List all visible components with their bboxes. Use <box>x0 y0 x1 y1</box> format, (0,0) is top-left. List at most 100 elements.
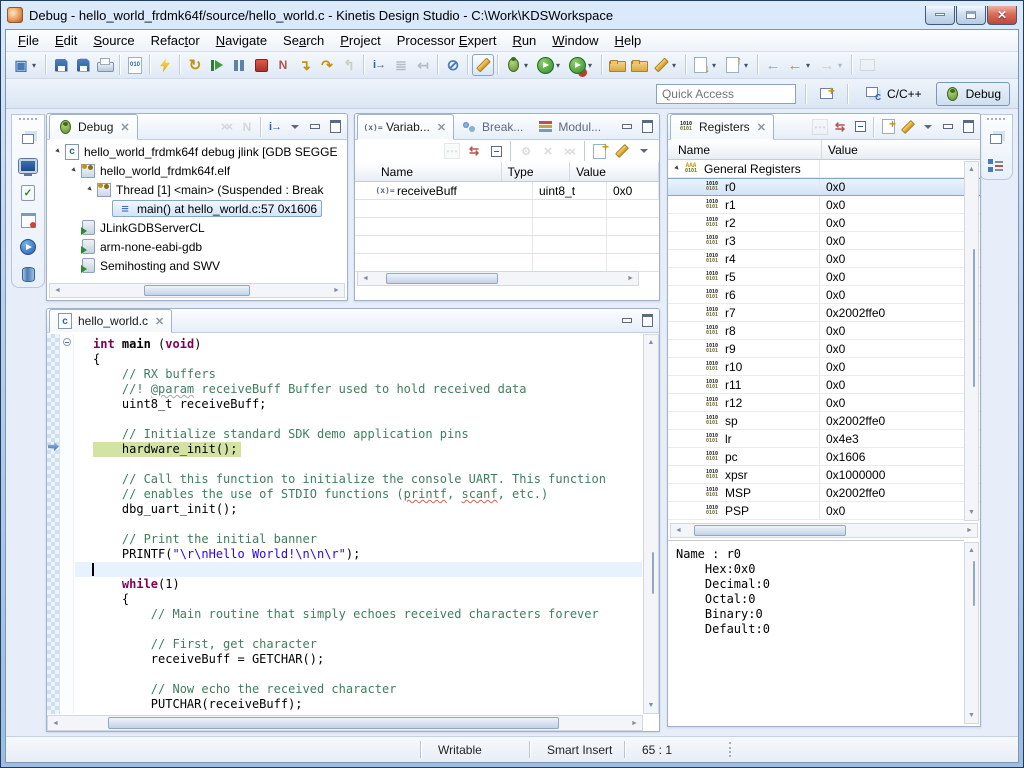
mark-occurrences-dropdown-icon[interactable]: ▾ <box>672 61 680 70</box>
run-external-icon[interactable] <box>566 54 588 76</box>
run-launch-icon[interactable] <box>534 54 556 76</box>
new-wizard-icon[interactable] <box>10 54 32 76</box>
console-view-icon[interactable] <box>17 156 39 176</box>
column-header-name[interactable]: Name <box>375 162 502 181</box>
restore-views-icon[interactable] <box>985 129 1007 149</box>
expander-icon[interactable]: ▼ <box>671 162 684 175</box>
restart-icon[interactable] <box>184 54 206 76</box>
debug-tree-row[interactable]: arm-none-eabi-gdb <box>47 237 347 256</box>
close-icon[interactable]: ✕ <box>437 121 446 134</box>
register-row[interactable]: xpsr0x1000000 <box>668 466 980 484</box>
debug-tree-row[interactable]: ▼hello_world_frdmk64f debug jlink [GDB S… <box>47 142 347 161</box>
back-icon[interactable] <box>784 54 806 76</box>
menu-refactor[interactable]: Refactor <box>143 31 208 50</box>
menu-search[interactable]: Search <box>275 31 332 50</box>
new-wizard-dropdown-icon[interactable]: ▾ <box>32 61 40 70</box>
register-row[interactable]: r70x2002ffe0 <box>668 304 980 322</box>
previous-annotation-icon[interactable] <box>722 54 744 76</box>
register-row[interactable]: r100x0 <box>668 358 980 376</box>
minimize-icon[interactable] <box>938 117 958 137</box>
tab-registers[interactable]: Registers ✕ <box>670 114 774 140</box>
collapse-all-icon[interactable] <box>850 117 870 137</box>
menu-run[interactable]: Run <box>504 31 544 50</box>
variable-row[interactable]: receiveBuffuint8_t0x0 <box>355 182 659 200</box>
register-row[interactable]: r20x0 <box>668 214 980 232</box>
problems-view-icon[interactable] <box>17 210 39 230</box>
use-step-filters-icon[interactable] <box>472 54 494 76</box>
save-icon[interactable] <box>50 54 72 76</box>
collapse-region-icon[interactable] <box>63 338 71 346</box>
disconnect-icon[interactable] <box>272 54 294 76</box>
open-folder-icon[interactable] <box>606 54 628 76</box>
register-details-scrollbar[interactable]: ▲▼ <box>964 542 979 724</box>
menu-source[interactable]: Source <box>85 31 142 50</box>
skip-all-breakpoints-icon[interactable] <box>442 54 464 76</box>
debug-launch-icon[interactable] <box>502 54 524 76</box>
expander-icon[interactable]: ▼ <box>68 164 81 177</box>
instruction-stepping-icon[interactable] <box>265 117 285 137</box>
maximize-icon[interactable] <box>325 117 345 137</box>
maximize-icon[interactable] <box>637 117 657 137</box>
show-logical-structure-icon[interactable] <box>830 117 850 137</box>
debug-tree-row[interactable]: main() at hello_world.c:57 0x1606 <box>47 199 347 218</box>
register-row[interactable]: r00x0 <box>668 178 980 196</box>
registers-horizontal-scrollbar[interactable]: ◄► <box>670 523 978 538</box>
open-perspective-button[interactable] <box>816 83 838 105</box>
edit-register-group-icon[interactable] <box>898 117 918 137</box>
run-launch-dropdown-icon[interactable]: ▾ <box>556 61 564 70</box>
close-icon[interactable]: ✕ <box>155 315 164 328</box>
window-minimize-button[interactable] <box>925 6 955 25</box>
menu-edit[interactable]: Edit <box>47 31 85 50</box>
tab-break[interactable]: Break... <box>454 114 530 139</box>
register-row[interactable]: r60x0 <box>668 286 980 304</box>
expander-icon[interactable]: ▼ <box>52 145 65 158</box>
new-register-group-icon[interactable] <box>878 117 898 137</box>
new-expression-icon[interactable] <box>589 140 611 162</box>
restore-views-icon[interactable] <box>17 129 39 149</box>
register-row[interactable]: r90x0 <box>668 340 980 358</box>
run-external-dropdown-icon[interactable]: ▾ <box>588 61 596 70</box>
debug-launch-dropdown-icon[interactable]: ▾ <box>524 61 532 70</box>
back-dropdown-icon[interactable]: ▾ <box>806 61 814 70</box>
close-icon[interactable]: ✕ <box>120 121 129 134</box>
register-row[interactable]: r40x0 <box>668 250 980 268</box>
register-row[interactable]: MSP0x2002ffe0 <box>668 484 980 502</box>
debug-tree-row[interactable]: ▼Thread [1] <main> (Suspended : Break <box>47 180 347 199</box>
menu-file[interactable]: File <box>10 31 47 50</box>
code-editor-area[interactable]: int main (void){ // RX buffers //! @para… <box>47 334 659 731</box>
open-project-icon[interactable] <box>628 54 650 76</box>
last-edit-location-icon[interactable] <box>762 54 784 76</box>
menu-chevron-icon[interactable] <box>633 140 655 162</box>
menu-help[interactable]: Help <box>607 31 650 50</box>
variables-horizontal-scrollbar[interactable]: ◄► <box>357 271 639 286</box>
register-row[interactable]: r10x0 <box>668 196 980 214</box>
menu-navigate[interactable]: Navigate <box>208 31 275 50</box>
register-row[interactable]: r120x0 <box>668 394 980 412</box>
quick-access-input[interactable] <box>656 84 796 104</box>
register-row[interactable]: r80x0 <box>668 322 980 340</box>
collapse-all-icon[interactable] <box>485 140 507 162</box>
menu-project[interactable]: Project <box>332 31 388 50</box>
column-header-name[interactable]: Name <box>672 140 822 159</box>
editor-horizontal-scrollbar[interactable]: ◄► <box>47 715 643 731</box>
expander-icon[interactable]: ▼ <box>84 183 97 196</box>
register-row[interactable]: r50x0 <box>668 268 980 286</box>
tab-modul[interactable]: Modul... <box>530 114 608 139</box>
column-header-value[interactable]: Value <box>822 140 952 159</box>
next-annotation-dropdown-icon[interactable]: ▾ <box>712 61 720 70</box>
debug-tree-row[interactable]: JLinkGDBServerCL <box>47 218 347 237</box>
terminate-icon[interactable] <box>250 54 272 76</box>
tab-debug[interactable]: Debug ✕ <box>49 114 138 140</box>
save-all-icon[interactable] <box>72 54 94 76</box>
tab-variab[interactable]: Variab...✕ <box>357 114 454 140</box>
minimize-icon[interactable] <box>617 117 637 137</box>
previous-annotation-dropdown-icon[interactable]: ▾ <box>744 61 752 70</box>
column-header-value[interactable]: Value <box>570 162 659 181</box>
resume-icon[interactable] <box>206 54 228 76</box>
register-row[interactable]: PSP0x0 <box>668 502 980 520</box>
menu-chevron-icon[interactable] <box>285 117 305 137</box>
suspend-icon[interactable] <box>228 54 250 76</box>
print-icon[interactable] <box>94 54 116 76</box>
menu-window[interactable]: Window <box>544 31 606 50</box>
debug-tree-row[interactable]: Semihosting and SWV <box>47 256 347 275</box>
